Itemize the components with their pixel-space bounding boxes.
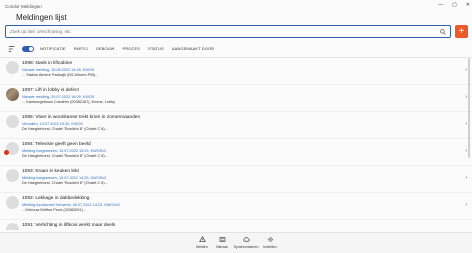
list-item[interactable]: 1098: stank in liftcabine Nieuwe melding… [0,58,472,85]
chevron-right-icon: › [465,202,467,208]
app-title: Condor Meldingen [5,3,42,9]
list-item[interactable]: 1091: Verlichting in liftkooi werkt maar… [0,220,472,230]
item-location: De Haeghehorst, Chalet "Bosticht 8" (Cha… [22,154,108,158]
gear-icon [267,237,273,242]
chevron-right-icon: › [465,121,467,127]
title-bar: Condor Meldingen — ▢ ✕ [0,0,472,12]
chevron-right-icon: › [465,67,467,73]
chevron-right-icon: › [465,175,467,181]
filter-partij[interactable]: PARTIJ [74,46,88,51]
photo-thumbnail [6,88,19,101]
search-box[interactable] [5,25,451,38]
sort-icon[interactable] [8,45,16,53]
close-button[interactable]: ✕ [466,2,470,8]
item-status: Melding toegewezen, 13.07.2022 15:29, KW… [22,149,107,153]
item-location: ...Gebouw Delftse Poort (00382091)... [22,208,86,212]
page-title: Meldingen lijst [16,13,67,22]
item-title: 1094: Televisie geeft geen beeld [22,142,91,147]
search-icon[interactable] [438,27,448,37]
scrollbar[interactable] [468,58,470,158]
filter-gebouw[interactable]: GEBOUW [96,46,115,51]
notification-list: 1098: stank in liftcabine Nieuwe melding… [0,58,472,230]
item-title: 1097: Lift in lobby is defect [22,88,79,93]
filter-toggle[interactable] [22,45,34,52]
list-item[interactable]: 1093: Kraan in keuken lekt Melding toege… [0,166,472,193]
list-item[interactable]: 1095: Vloer in woonkamer trekt krom in z… [0,112,472,139]
item-title: 1091: Verlichting in liftkooi werkt maar… [22,223,116,228]
filter-proces[interactable]: PROCES [123,46,141,51]
item-status: Nieuwe melding, 29.07.2022 16:09, KWO5 [22,95,94,99]
bottom-nav: Melden Nieuws Synchroniseren Instellen [0,232,472,253]
list-item[interactable]: 1092: Lekkage in dakbedekking Melding fu… [0,193,472,220]
item-status: Nieuwe melding, 15.08.2022 14:39, KWO5 [22,68,94,72]
alert-badge-icon [4,150,9,155]
avatar [6,196,19,209]
maximize-button[interactable]: ▢ [452,2,457,8]
nav-label: Nieuws [216,245,228,249]
avatar [6,223,19,230]
item-title: 1098: stank in liftcabine [22,61,73,66]
nav-label: Instellen [263,245,277,249]
avatar [6,169,19,182]
item-location: ... Kantoorgebouw Cosdenn (00382187), Em… [22,100,116,104]
list-item[interactable]: 1097: Lift in lobby is defect Nieuwe mel… [0,85,472,112]
list-item[interactable]: 1094: Televisie geeft geen beeld Melding… [0,139,472,166]
item-status: Melding toegewezen, 13.07.2022 14:25, KW… [22,176,107,180]
window-controls: — ▢ ✕ [438,2,470,8]
filter-status[interactable]: STATUS [148,46,164,51]
item-title: 1095: Vloer in woonkamer trekt krom in z… [22,115,141,120]
chevron-right-icon: › [465,94,467,100]
add-button[interactable]: + [455,25,468,38]
item-title: 1092: Lekkage in dakbedekking [22,196,90,201]
filter-aangemaakt-door[interactable]: AANGEMAAKT DOOR [172,46,214,51]
alert-icon [198,236,206,242]
item-title: 1093: Kraan in keuken lekt [22,169,79,174]
avatar [6,61,19,74]
cloud-sync-icon [242,237,250,242]
news-icon [219,237,225,242]
item-location: De Haeghehorst, Chalet "Bosticht 8" (Cha… [22,127,108,131]
search-input[interactable] [6,29,438,34]
filter-bar: NOTIFICATIE PARTIJ GEBOUW PROCES STATUS … [5,43,469,54]
item-status: Melding functioneel Verwerkt, 06.07.2022… [22,203,120,207]
avatar [6,115,19,128]
nav-instellen[interactable]: Instellen [255,236,285,249]
item-status: Vervallen, 13.07.2022 15:32, KWO5 [22,122,83,126]
filter-notificatie[interactable]: NOTIFICATIE [40,46,66,51]
minimize-button[interactable]: — [438,2,443,8]
item-location: ... Station Almere Parkwijk (NS Almere-P… [22,73,99,77]
chevron-right-icon: › [465,148,467,154]
item-location: De Haeghehorst, Chalet "Bosticht 8" (Cha… [22,181,108,185]
